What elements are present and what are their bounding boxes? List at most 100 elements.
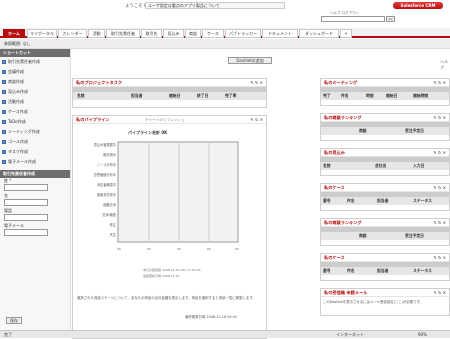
- panel-controls-icon[interactable]: ✎ ↻ ✕: [433, 289, 446, 297]
- col-header[interactable]: 開始日: [169, 92, 180, 100]
- tab-contacts[interactable]: 取引先責任者: [106, 29, 140, 38]
- col-header[interactable]: 担当者: [377, 197, 388, 205]
- pipeline-category-label: 提案書作成中: [97, 192, 116, 197]
- chart-refresh-link[interactable]: チャートのリフレッシュ: [145, 116, 185, 124]
- cases-panel: 私のケース ✎ ↻ ✕ 番号 件名 担当者 ステータス: [320, 183, 450, 211]
- tab-leads[interactable]: 見込み: [163, 29, 184, 38]
- col-header[interactable]: ステータス: [413, 267, 432, 275]
- col-header[interactable]: 終了日: [197, 92, 208, 100]
- col-header[interactable]: 開始日: [386, 92, 397, 100]
- panel-controls-icon[interactable]: ✎ ↻ ✕: [433, 254, 446, 262]
- panel-controls-icon[interactable]: ✎ ↻ ✕: [433, 114, 446, 122]
- help-link[interactable]: ヘルプ: [440, 59, 450, 71]
- svg-text:¥0: ¥0: [147, 247, 151, 251]
- panel-title: 私のケース: [324, 255, 345, 260]
- col-header[interactable]: 時間: [366, 92, 374, 100]
- panel-controls-icon[interactable]: ✎ ↻ ✕: [250, 79, 263, 87]
- case-icon: [2, 110, 6, 114]
- panel-controls-icon[interactable]: ✎ ↻ ✕: [433, 149, 446, 157]
- tab-bugtracker[interactable]: パブトラッカー: [225, 29, 261, 38]
- sidebar-item-label: 見込み作成: [8, 89, 28, 94]
- tab-myportal[interactable]: マイポータル: [27, 29, 57, 38]
- col-header[interactable]: 件名: [347, 197, 355, 205]
- col-header[interactable]: 完了: [323, 92, 331, 100]
- search-button[interactable]: Go: [386, 16, 395, 22]
- sidebar-item-goal[interactable]: ゴール作成: [0, 137, 70, 147]
- zoom-level[interactable]: 90%: [418, 332, 427, 337]
- pipeline-category-label: 意思価値分析中: [94, 172, 116, 177]
- col-header[interactable]: ステータス: [413, 197, 432, 205]
- phone-field[interactable]: [4, 214, 48, 221]
- tab-documents[interactable]: ドキュメント: [262, 29, 298, 38]
- col-header[interactable]: 番号: [323, 197, 331, 205]
- panel-controls-icon[interactable]: ✎ ↻ ✕: [433, 184, 446, 192]
- save-button[interactable]: 保存: [6, 317, 22, 324]
- firstname-field[interactable]: [4, 199, 48, 206]
- status-text: 完了: [4, 332, 12, 337]
- pipeline-category-label: 決定者確認中: [97, 182, 116, 187]
- sidebar-item-contact[interactable]: 取引先責任者作成: [0, 57, 70, 67]
- sidebar-item-deal[interactable]: 商談作成: [0, 77, 70, 87]
- add-dashlet-button[interactable]: Dashletの追加: [228, 57, 272, 64]
- panel-controls-icon[interactable]: ✎ ↻ ✕: [433, 219, 446, 227]
- col-header[interactable]: 番号: [323, 267, 331, 275]
- sidebar-item-email[interactable]: 電子メール作成: [0, 157, 70, 167]
- calendar-icon: [2, 130, 6, 134]
- sidebar-item-case[interactable]: ケース作成: [0, 107, 70, 117]
- sidebar-item-activity[interactable]: 活動作成: [0, 97, 70, 107]
- panel-controls-icon[interactable]: ✎ ↻ ✕: [250, 116, 263, 124]
- col-header[interactable]: 商談: [359, 127, 367, 135]
- tab-cases[interactable]: ケース: [202, 29, 224, 38]
- tab-home[interactable]: ホーム: [3, 29, 25, 38]
- tab-more[interactable]: +: [340, 29, 352, 38]
- breadcrumb: 参照範囲: なし: [0, 39, 450, 49]
- inbox-panel: 私の受信箱 未読メール ✎ ↻ ✕ このDashletを表示させるにはメール受信設…: [320, 288, 450, 316]
- sidebar-item-meeting2[interactable]: ミーティング作成: [0, 127, 70, 137]
- col-header[interactable]: 担当者: [131, 92, 142, 100]
- panel-title: 私の受信箱 未読メール: [324, 290, 368, 295]
- col-header[interactable]: 件名: [347, 267, 355, 275]
- tab-opportunities[interactable]: 商談: [185, 29, 201, 38]
- col-header[interactable]: 受注予定日: [405, 232, 424, 240]
- quick-form-title: 取引先責任者作成: [0, 170, 70, 178]
- col-header[interactable]: 受注予定日: [405, 127, 424, 135]
- email-icon: [2, 160, 6, 164]
- tab-activities[interactable]: 活動: [88, 29, 105, 38]
- lastname-field[interactable]: [4, 184, 48, 191]
- notice-bar[interactable]: ユーザ設定は重点のアプリ製品について: [145, 2, 285, 9]
- sidebar-item-label: 活動作成: [8, 99, 24, 104]
- col-header[interactable]: 入力日: [413, 162, 424, 170]
- col-header[interactable]: 完了率: [225, 92, 236, 100]
- col-header[interactable]: 担当者: [377, 267, 388, 275]
- sidebar-item-meeting[interactable]: 会議作成: [0, 67, 70, 77]
- col-header[interactable]: 名前: [323, 162, 331, 170]
- table-header: 番号 件名 担当者 ステータス: [321, 197, 449, 205]
- sidebar-item-lead[interactable]: 見込み作成: [0, 87, 70, 97]
- sidebar-item-label: ToDo作成: [8, 119, 26, 124]
- col-header[interactable]: 会社名: [375, 162, 386, 170]
- tab-dashboard[interactable]: ダッシュボード: [299, 29, 339, 38]
- tab-calendar[interactable]: カレンダー: [58, 29, 87, 38]
- main-tabs: ホーム マイポータル カレンダー 活動 取引先責任者 取引先 見込み 商談 ケー…: [0, 28, 450, 38]
- col-header[interactable]: 商談: [359, 232, 367, 240]
- sidebar-item-label: 電子メール作成: [8, 159, 36, 164]
- panel-title: 私のミーティング: [324, 80, 358, 85]
- browser-statusbar: 完了 インターネット 90%: [0, 330, 450, 338]
- col-header[interactable]: 名前: [77, 92, 85, 100]
- email-field[interactable]: [4, 229, 48, 236]
- svg-text:¥0: ¥0: [235, 247, 239, 251]
- table-header: 名前 会社名 入力日: [321, 162, 449, 170]
- panel-controls-icon[interactable]: ✎ ↻ ✕: [433, 79, 446, 87]
- panel-title: 私の見込み: [324, 150, 345, 155]
- sidebar-item-label: 会議作成: [8, 69, 24, 74]
- sidebar-item-label: ゴール作成: [8, 139, 28, 144]
- goal-icon: [2, 140, 6, 144]
- tab-accounts[interactable]: 取引先: [141, 29, 162, 38]
- search-input[interactable]: [321, 16, 385, 22]
- col-header[interactable]: 開始時間: [413, 92, 428, 100]
- sidebar-item-task[interactable]: タスク作成: [0, 147, 70, 157]
- shortcut-title: ショートカット: [0, 49, 70, 57]
- chart-updated: 最終更新日時 2008-12-16 00:45: [185, 315, 237, 319]
- col-header[interactable]: 件名: [341, 92, 349, 100]
- sidebar-item-todo[interactable]: ToDo作成: [0, 117, 70, 127]
